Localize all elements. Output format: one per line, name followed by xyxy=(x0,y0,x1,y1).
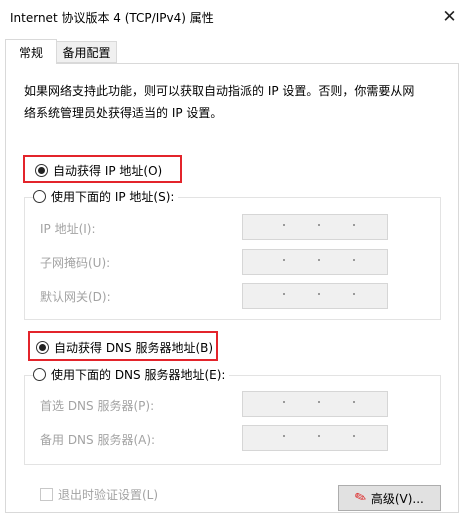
radio-auto-ip-label: 自动获得 IP 地址(O) xyxy=(53,164,163,178)
default-gateway-field[interactable] xyxy=(242,283,388,309)
radio-manual-ip-label: 使用下面的 IP 地址(S): xyxy=(51,190,175,204)
radio-manual-dns-label: 使用下面的 DNS 服务器地址(E): xyxy=(51,368,226,382)
radio-button-unchecked[interactable] xyxy=(33,190,46,203)
radio-auto-dns[interactable]: 自动获得 DNS 服务器地址(B) xyxy=(36,339,213,356)
advanced-button-label: 高级(V)... xyxy=(370,491,424,506)
radio-button-checked[interactable] xyxy=(35,164,48,177)
advanced-button[interactable]: ✎ 高级(V)... xyxy=(338,485,441,511)
validate-on-exit-label: 退出时验证设置(L) xyxy=(58,488,159,502)
radio-auto-dns-label: 自动获得 DNS 服务器地址(B) xyxy=(54,341,214,355)
ip-address-field[interactable] xyxy=(242,214,388,240)
preferred-dns-field[interactable] xyxy=(242,391,388,417)
radio-button-unchecked[interactable] xyxy=(33,368,46,381)
window-title: Internet 协议版本 4 (TCP/IPv4) 属性 xyxy=(10,11,214,25)
alternate-dns-field[interactable] xyxy=(242,425,388,451)
tab-alternate-config[interactable]: 备用配置 xyxy=(57,41,117,63)
subnet-mask-field[interactable] xyxy=(242,249,388,275)
alternate-dns-label: 备用 DNS 服务器(A): xyxy=(40,433,156,447)
validate-on-exit-checkbox[interactable]: 退出时验证设置(L) xyxy=(40,486,158,503)
radio-manual-dns[interactable]: 使用下面的 DNS 服务器地址(E): xyxy=(33,366,230,383)
ip-address-label: IP 地址(I): xyxy=(40,222,96,236)
radio-manual-ip[interactable]: 使用下面的 IP 地址(S): xyxy=(33,188,179,205)
dns-manual-group xyxy=(24,375,441,465)
subnet-mask-label: 子网掩码(U): xyxy=(40,256,111,270)
tab-general[interactable]: 常规 xyxy=(5,39,57,64)
title-bar: Internet 协议版本 4 (TCP/IPv4) 属性 ✕ xyxy=(0,0,465,34)
description-text: 如果网络支持此功能，则可以获取自动指派的 IP 设置。否则，你需要从网 络系统管… xyxy=(24,84,415,120)
radio-auto-ip[interactable]: 自动获得 IP 地址(O) xyxy=(35,162,162,179)
preferred-dns-label: 首选 DNS 服务器(P): xyxy=(40,399,155,413)
close-icon[interactable]: ✕ xyxy=(434,0,465,34)
default-gateway-label: 默认网关(D): xyxy=(40,290,111,304)
checkbox-box[interactable] xyxy=(40,488,53,501)
radio-button-checked[interactable] xyxy=(36,341,49,354)
